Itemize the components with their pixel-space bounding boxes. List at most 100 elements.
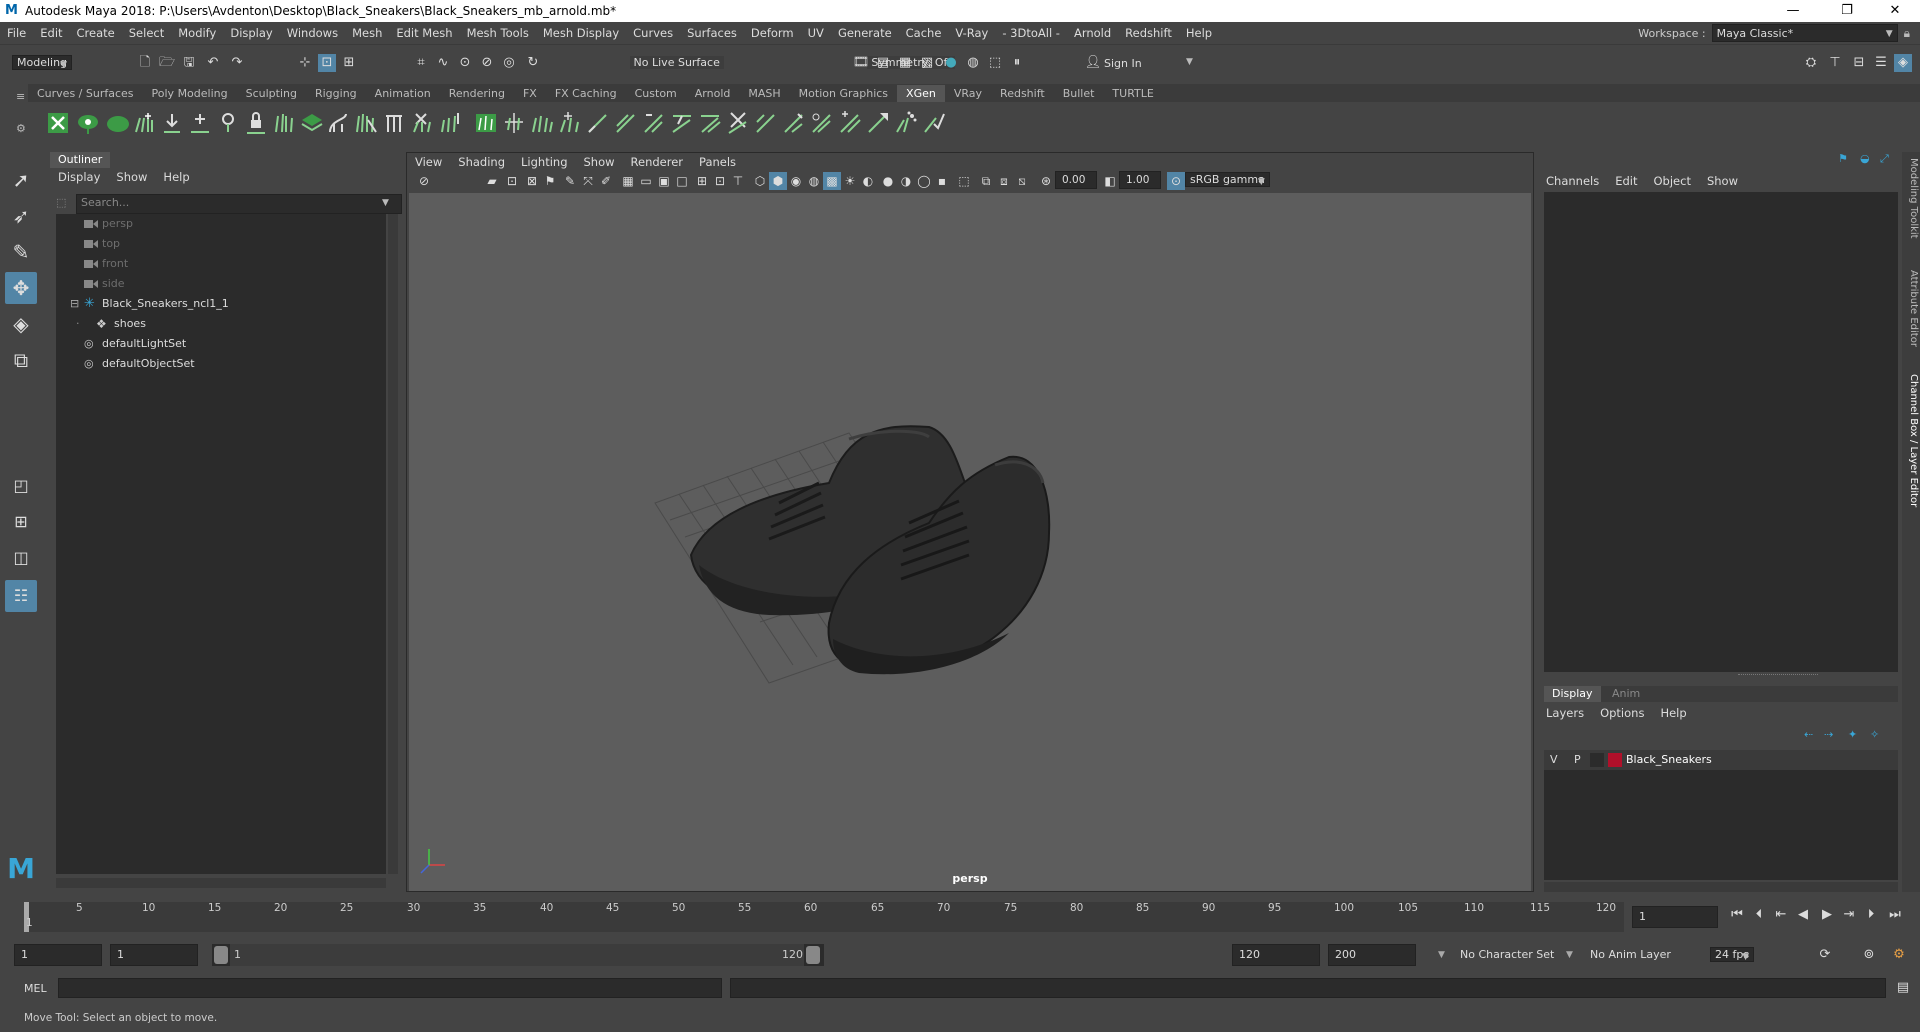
grid-icon[interactable]: ▦	[619, 172, 637, 190]
outliner-item-side[interactable]: side	[56, 274, 386, 294]
backface-culling-icon[interactable]: ⧅	[1013, 172, 1031, 190]
isolate-select-icon[interactable]: ▪	[933, 172, 951, 190]
move-layer-down-icon[interactable]: ⇢	[1824, 728, 1833, 741]
four-view-layout-icon[interactable]: ⊞	[5, 506, 37, 538]
new-layer-selected-icon[interactable]: ✧	[1870, 728, 1879, 741]
pen-icon[interactable]: ✐	[597, 172, 615, 190]
guide-down-icon[interactable]	[160, 110, 184, 136]
xray-active-icon[interactable]: ⧈	[995, 172, 1013, 190]
chevron-down-icon[interactable]: ▼	[1566, 950, 1573, 960]
snap-surface-icon[interactable]: ◎	[500, 54, 518, 72]
layer-menu-layers[interactable]: Layers	[1538, 706, 1592, 720]
wireframe-on-shaded-icon[interactable]: ◉	[787, 172, 805, 190]
outliner-item-black-sneakers-group[interactable]: ⊟ ✳ Black_Sneakers_ncl1_1	[56, 294, 386, 314]
channel-box-icon[interactable]: ☰	[1872, 54, 1890, 72]
outliner-horizontal-scrollbar[interactable]	[56, 878, 386, 888]
menu-mesh-tools[interactable]: Mesh Tools	[460, 26, 536, 40]
groom-layers-icon[interactable]	[300, 110, 324, 136]
script-language-label[interactable]: MEL	[24, 982, 47, 995]
rotate-tool-icon[interactable]: ◈	[5, 308, 37, 340]
layer-visibility-toggle[interactable]: V	[1550, 753, 1558, 766]
two-view-layout-icon[interactable]: ◫	[5, 542, 37, 574]
modeling-toolkit-icon[interactable]: ⛭	[1802, 54, 1820, 72]
shelf-menu-icon[interactable]: ≡	[16, 90, 25, 103]
shelf-tab[interactable]: Bullet	[1054, 85, 1104, 102]
shelf-tab[interactable]: Rendering	[440, 85, 514, 102]
viewport-menu-lighting[interactable]: Lighting	[513, 155, 575, 169]
layer-menu-help[interactable]: Help	[1652, 706, 1694, 720]
playback-end-field[interactable]: 120	[1232, 944, 1320, 966]
render-view-icon[interactable]: ▦	[896, 54, 914, 72]
groom-toggle-icon[interactable]	[922, 110, 946, 136]
camera-attributes-icon[interactable]: ▰	[483, 172, 501, 190]
screen-space-ao-icon[interactable]: ◐	[859, 172, 877, 190]
menu-vray[interactable]: V-Ray	[948, 26, 995, 40]
guide-delete-icon[interactable]	[410, 110, 434, 136]
shelf-handle[interactable]: ≡ ⚙	[14, 88, 28, 138]
step-forward-key-icon[interactable]: ⇥	[1840, 906, 1858, 924]
exposure-field[interactable]: 0.00	[1055, 171, 1097, 189]
outliner-vertical-scrollbar[interactable]	[388, 214, 398, 874]
redo-icon[interactable]: ↷	[228, 54, 246, 72]
snap-view-icon[interactable]: ⊘	[478, 54, 496, 72]
sign-in-button[interactable]: Sign In	[1104, 57, 1142, 70]
groom-clump-icon[interactable]	[670, 110, 694, 136]
channel-box-icon[interactable]: ⚑	[1838, 152, 1848, 165]
groom-cut-icon[interactable]	[698, 110, 722, 136]
attribute-editor-icon[interactable]: ⊤	[1826, 54, 1844, 72]
safe-title-icon[interactable]: ⊤	[729, 172, 747, 190]
step-forward-frame-icon[interactable]: ⏵︎	[1862, 906, 1880, 924]
grease-pencil-icon[interactable]: ✎	[561, 172, 579, 190]
range-end-handle[interactable]	[806, 946, 820, 964]
paint-select-tool-icon[interactable]: ✎	[5, 236, 37, 268]
channel-menu-show[interactable]: Show	[1699, 174, 1746, 188]
multisample-aa-icon[interactable]: ◑	[897, 172, 915, 190]
select-hierarchy-icon[interactable]: ⊹	[296, 54, 314, 72]
groom-select-icon[interactable]	[782, 110, 806, 136]
menu-redshift[interactable]: Redshift	[1118, 26, 1179, 40]
play-forwards-icon[interactable]: ▶	[1818, 906, 1836, 924]
menu-arnold[interactable]: Arnold	[1067, 26, 1118, 40]
shelf-tab[interactable]: MASH	[739, 85, 789, 102]
field-chart-icon[interactable]: ⊞	[693, 172, 711, 190]
shelf-tab[interactable]: TURTLE	[1103, 85, 1162, 102]
menu-modify[interactable]: Modify	[171, 26, 223, 40]
side-tab-attribute-editor[interactable]: Attribute Editor	[1903, 270, 1919, 347]
hypershade-icon[interactable]: ●	[942, 54, 960, 72]
filter-icon[interactable]: ⬚	[56, 196, 66, 209]
loop-icon[interactable]: ⟳	[1816, 946, 1834, 964]
outliner-tab[interactable]: Outliner	[50, 152, 111, 168]
outliner-item-shoes[interactable]: · ❖ shoes	[56, 314, 386, 334]
layer-reference-toggle[interactable]	[1590, 753, 1604, 767]
snap-grid-icon[interactable]: ⌗	[412, 54, 430, 72]
outliner-item-top[interactable]: top	[56, 234, 386, 254]
shelf-tab[interactable]: Curves / Surfaces	[28, 85, 143, 102]
outliner-menu-show[interactable]: Show	[108, 170, 155, 184]
time-slider-track[interactable]: 1 5 10 15 20 25 30 35 40 45 50 55 60 65 …	[24, 902, 1624, 932]
add-guide-icon[interactable]	[132, 110, 156, 136]
step-back-frame-icon[interactable]: ⏴︎	[1750, 906, 1768, 924]
layer-row[interactable]: V P Black_Sneakers	[1544, 750, 1898, 770]
menu-select[interactable]: Select	[122, 26, 171, 40]
shelf-tab[interactable]: Redshift	[991, 85, 1054, 102]
side-tab-modeling-toolkit[interactable]: Modeling Toolkit	[1903, 158, 1919, 239]
channel-box-area[interactable]	[1544, 192, 1898, 672]
menu-set-dropdown[interactable]: Modeling ▼	[12, 55, 73, 70]
gear-icon[interactable]: ⚙	[16, 122, 26, 135]
menu-deform[interactable]: Deform	[744, 26, 801, 40]
depth-of-field-icon[interactable]: ◯	[915, 172, 933, 190]
render-frame-icon[interactable]: 🎞︎	[852, 54, 870, 72]
color-management-icon[interactable]: ⊙	[1167, 172, 1185, 190]
menu-generate[interactable]: Generate	[831, 26, 899, 40]
menu-windows[interactable]: Windows	[280, 26, 345, 40]
lasso-tool-icon[interactable]: ➶	[5, 200, 37, 232]
menu-edit-mesh[interactable]: Edit Mesh	[389, 26, 459, 40]
command-input[interactable]	[58, 978, 722, 998]
layer-menu-options[interactable]: Options	[1592, 706, 1652, 720]
guide-bend-icon[interactable]	[326, 110, 350, 136]
layer-color-swatch[interactable]	[1608, 753, 1622, 767]
xgen-editor-icon[interactable]	[46, 110, 70, 136]
auto-key-icon[interactable]: ⊚	[1860, 946, 1878, 964]
viewport-menu-view[interactable]: View	[407, 155, 450, 169]
minimize-button[interactable]: —	[1770, 0, 1816, 22]
